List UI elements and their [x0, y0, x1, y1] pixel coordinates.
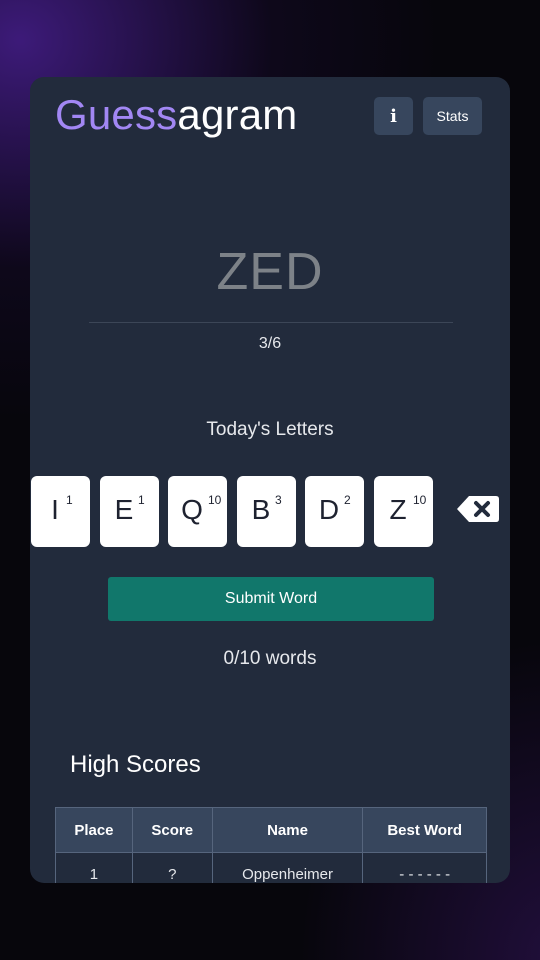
guess-underline — [89, 322, 453, 323]
tile-points: 1 — [138, 493, 145, 507]
letter-tile-i[interactable]: I 1 — [31, 476, 90, 547]
table-row: 1 ? Oppenheimer - - - - - - — [55, 852, 487, 883]
score-cell: ? — [131, 852, 213, 883]
column-header-place: Place — [55, 807, 133, 853]
tile-points: 2 — [344, 493, 351, 507]
high-scores-table: Place Score Name Best Word 1 ? Oppenheim… — [55, 807, 487, 883]
letter-tile-q[interactable]: Q 10 — [168, 476, 227, 547]
info-button[interactable]: i — [374, 97, 413, 135]
letter-tile-b[interactable]: B 3 — [237, 476, 296, 547]
stats-button[interactable]: Stats — [423, 97, 482, 135]
letter-tile-z[interactable]: Z 10 — [374, 476, 433, 547]
backspace-button[interactable] — [456, 495, 500, 523]
best-word-cell: - - - - - - — [362, 852, 487, 883]
tile-points: 1 — [66, 493, 73, 507]
tile-points: 10 — [413, 493, 427, 507]
tile-points: 10 — [208, 493, 222, 507]
column-header-score: Score — [131, 807, 213, 853]
column-header-name: Name — [211, 807, 364, 853]
submit-word-button[interactable]: Submit Word — [108, 577, 434, 621]
word-count: 0/10 words — [223, 648, 317, 669]
tile-points: 3 — [275, 493, 282, 507]
name-cell: Oppenheimer — [211, 852, 364, 883]
column-header-best-word: Best Word — [362, 807, 487, 853]
letter-tile-d[interactable]: D 2 — [305, 476, 364, 547]
app-title-accent: Guess — [55, 91, 178, 138]
backspace-icon — [457, 496, 499, 522]
attempts-counter: 3/6 — [258, 335, 282, 352]
high-scores-heading: High Scores — [70, 751, 201, 778]
letter-tile-e[interactable]: E 1 — [100, 476, 159, 547]
letters-heading: Today's Letters — [206, 419, 334, 440]
game-card: Guessagram i Stats ZED 3/6 Today's Lette… — [30, 77, 510, 883]
current-guess: ZED — [216, 243, 324, 301]
letter-tiles: I 1 E 1 Q 10 B 3 D 2 Z 10 — [30, 476, 510, 547]
app-title-rest: agram — [177, 91, 298, 138]
table-header-row: Place Score Name Best Word — [55, 807, 487, 853]
place-cell: 1 — [55, 852, 133, 883]
app-title: Guessagram — [55, 91, 297, 139]
